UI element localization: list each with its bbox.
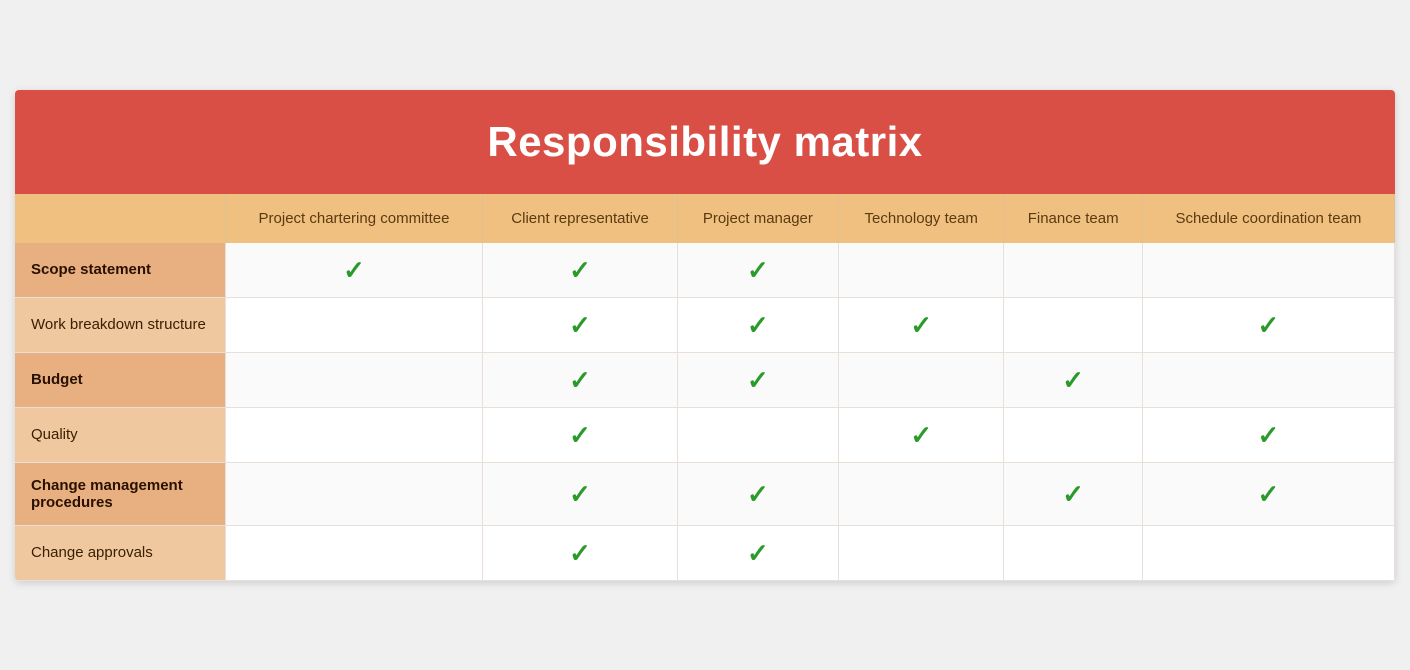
header-row: Project chartering committee Client repr…: [15, 194, 1395, 243]
cell-0-0: ✓: [225, 243, 483, 298]
row-label: Change management procedures: [15, 462, 225, 525]
cell-5-4: [1004, 525, 1142, 580]
row-label: Scope statement: [15, 243, 225, 298]
checkmark-icon: ✓: [910, 310, 932, 340]
cell-1-4: [1004, 297, 1142, 352]
cell-3-1: ✓: [483, 407, 677, 462]
cell-2-0: [225, 352, 483, 407]
cell-2-2: ✓: [677, 352, 838, 407]
checkmark-icon: ✓: [569, 310, 591, 340]
checkmark-icon: ✓: [569, 538, 591, 568]
cell-2-5: [1142, 352, 1394, 407]
cell-2-4: ✓: [1004, 352, 1142, 407]
checkmark-icon: ✓: [569, 420, 591, 450]
checkmark-icon: ✓: [747, 479, 769, 509]
checkmark-icon: ✓: [569, 255, 591, 285]
checkmark-icon: ✓: [910, 420, 932, 450]
table-row: Scope statement ✓ ✓ ✓: [15, 243, 1395, 298]
cell-3-5: ✓: [1142, 407, 1394, 462]
col-header-project-manager: Project manager: [677, 194, 838, 243]
cell-2-1: ✓: [483, 352, 677, 407]
checkmark-icon: ✓: [1258, 479, 1280, 509]
cell-5-5: [1142, 525, 1394, 580]
matrix-container: Responsibility matrix Project chartering…: [15, 90, 1395, 581]
checkmark-icon: ✓: [747, 365, 769, 395]
table-row: Change approvals ✓ ✓: [15, 525, 1395, 580]
cell-2-3: [839, 352, 1004, 407]
cell-5-3: [839, 525, 1004, 580]
row-label: Work breakdown structure: [15, 297, 225, 352]
row-label: Change approvals: [15, 525, 225, 580]
checkmark-icon: ✓: [1258, 420, 1280, 450]
checkmark-icon: ✓: [747, 255, 769, 285]
cell-0-2: ✓: [677, 243, 838, 298]
page-title: Responsibility matrix: [15, 90, 1395, 194]
checkmark-icon: ✓: [1062, 365, 1084, 395]
cell-0-4: [1004, 243, 1142, 298]
cell-3-4: [1004, 407, 1142, 462]
checkmark-icon: ✓: [747, 310, 769, 340]
checkmark-icon: ✓: [343, 255, 365, 285]
table-row: Budget ✓ ✓ ✓: [15, 352, 1395, 407]
cell-1-2: ✓: [677, 297, 838, 352]
cell-4-5: ✓: [1142, 462, 1394, 525]
cell-4-3: [839, 462, 1004, 525]
cell-1-3: ✓: [839, 297, 1004, 352]
col-header-client-rep: Client representative: [483, 194, 677, 243]
checkmark-icon: ✓: [569, 365, 591, 395]
cell-4-0: [225, 462, 483, 525]
col-header-project-chartering: Project chartering committee: [225, 194, 483, 243]
cell-1-5: ✓: [1142, 297, 1394, 352]
cell-1-0: [225, 297, 483, 352]
col-header-schedule-coordination: Schedule coordination team: [1142, 194, 1394, 243]
cell-3-2: [677, 407, 838, 462]
cell-1-1: ✓: [483, 297, 677, 352]
cell-3-0: [225, 407, 483, 462]
cell-4-2: ✓: [677, 462, 838, 525]
checkmark-icon: ✓: [1062, 479, 1084, 509]
cell-5-1: ✓: [483, 525, 677, 580]
cell-5-0: [225, 525, 483, 580]
responsibility-table: Project chartering committee Client repr…: [15, 194, 1395, 581]
row-label: Budget: [15, 352, 225, 407]
checkmark-icon: ✓: [1258, 310, 1280, 340]
row-label: Quality: [15, 407, 225, 462]
cell-4-1: ✓: [483, 462, 677, 525]
cell-4-4: ✓: [1004, 462, 1142, 525]
col-header-technology-team: Technology team: [839, 194, 1004, 243]
table-row: Change management procedures ✓ ✓ ✓ ✓: [15, 462, 1395, 525]
table-row: Quality ✓ ✓ ✓: [15, 407, 1395, 462]
checkmark-icon: ✓: [747, 538, 769, 568]
cell-0-3: [839, 243, 1004, 298]
table-row: Work breakdown structure ✓ ✓ ✓ ✓: [15, 297, 1395, 352]
col-header-finance-team: Finance team: [1004, 194, 1142, 243]
cell-5-2: ✓: [677, 525, 838, 580]
cell-3-3: ✓: [839, 407, 1004, 462]
cell-0-1: ✓: [483, 243, 677, 298]
cell-0-5: [1142, 243, 1394, 298]
checkmark-icon: ✓: [569, 479, 591, 509]
col-header-label: [15, 194, 225, 243]
